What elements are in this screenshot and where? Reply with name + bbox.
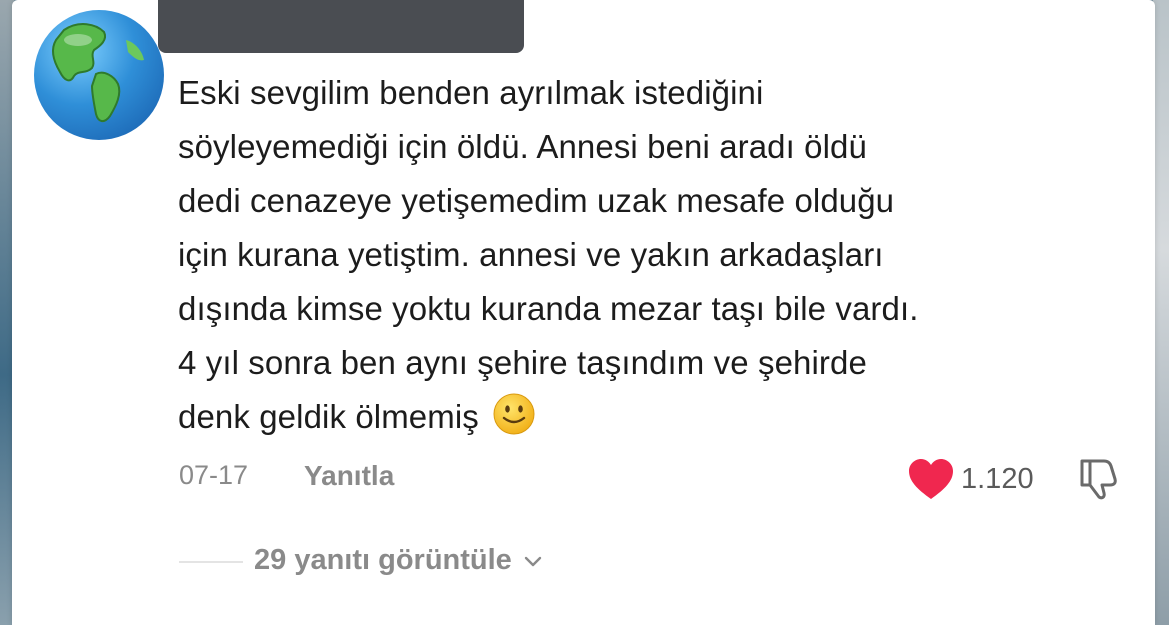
comment-line: 4 yıl sonra ben aynı şehire taşındım ve … [178, 344, 867, 381]
smiley-face-icon [493, 393, 535, 435]
comment-line: söyleyemediği için öldü. Annesi beni ara… [178, 128, 867, 165]
like-button[interactable]: 1.120 [907, 455, 1034, 503]
comment-date: 07-17 [179, 460, 249, 490]
comment-card: Eski sevgilim benden ayrılmak istediğini… [12, 0, 1155, 625]
comment-line: için kurana yetiştim. annesi ve yakın ar… [178, 236, 884, 273]
heart-icon [909, 459, 953, 499]
background-video-right [1153, 0, 1169, 625]
like-count: 1.120 [961, 462, 1034, 495]
replies-divider [179, 561, 243, 563]
comment-line: denk geldik ölmemiş [178, 398, 479, 435]
username-redacted [158, 0, 524, 53]
view-replies-button[interactable]: 29 yanıtı görüntüle [254, 544, 544, 577]
comment-line: dedi cenazeye yetişemedim uzak mesafe ol… [178, 182, 895, 219]
comment-line: dışında kimse yoktu kuranda mezar taşı b… [178, 290, 919, 327]
globe-icon [52, 23, 144, 122]
chevron-down-icon [524, 556, 542, 566]
avatar[interactable] [34, 10, 164, 140]
comment-line-last: denk geldik ölmemiş [178, 390, 1138, 444]
thumbs-down-icon[interactable] [1074, 453, 1124, 503]
view-replies-label: 29 yanıtı görüntüle [254, 544, 512, 576]
reply-button[interactable]: Yanıtla [304, 460, 394, 492]
comment-line: Eski sevgilim benden ayrılmak istediğini [178, 74, 764, 111]
screenshot-stage: Eski sevgilim benden ayrılmak istediğini… [0, 0, 1169, 625]
comment-text: Eski sevgilim benden ayrılmak istediğini… [178, 66, 1138, 444]
